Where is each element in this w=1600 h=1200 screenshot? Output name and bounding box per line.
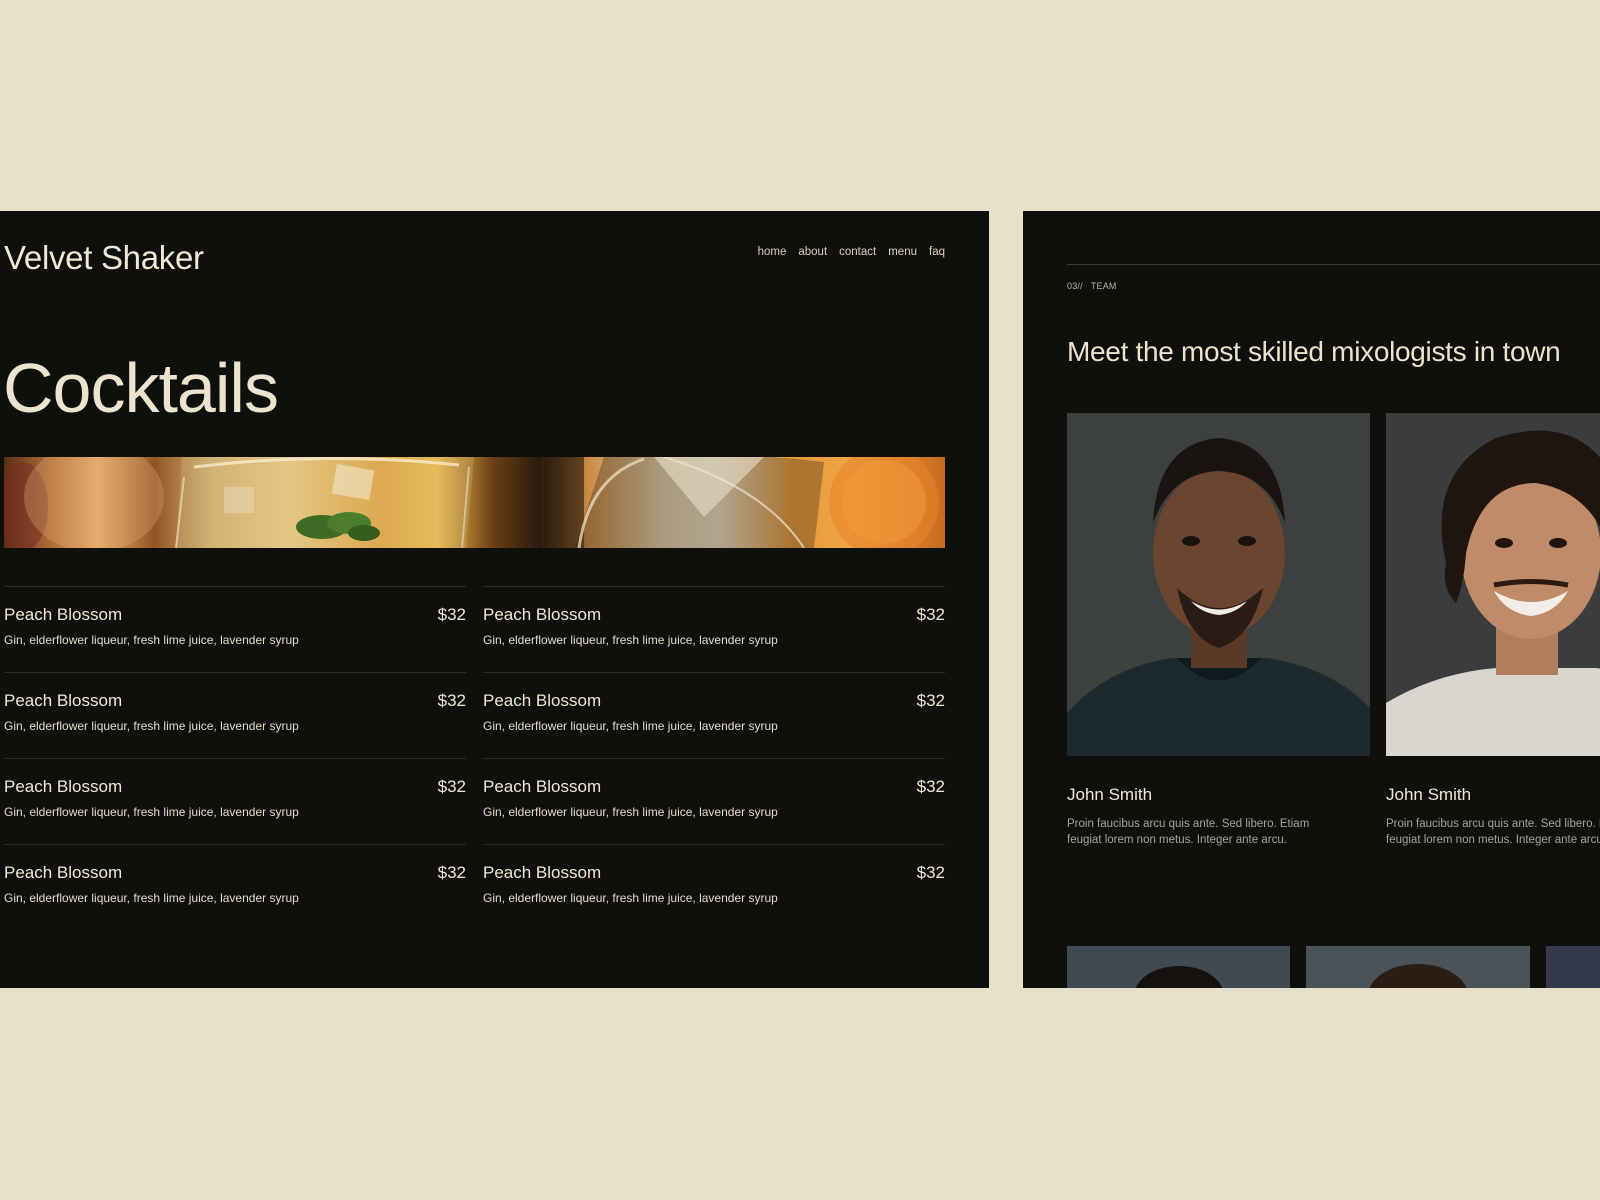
team-member-thumbnail[interactable] — [1306, 946, 1530, 988]
nav-contact-link[interactable]: contact — [839, 246, 876, 258]
member-portrait — [1386, 413, 1600, 756]
cocktail-name: Peach Blossom — [483, 605, 602, 624]
cocktail-ingredients: Gin, elderflower liqueur, fresh lime jui… — [4, 633, 299, 647]
menu-item[interactable]: Peach Blossom $32 Gin, elderflower lique… — [4, 672, 466, 758]
cocktail-glasses-illustration — [4, 457, 939, 548]
cocktail-price: $32 — [916, 863, 945, 882]
nav-home-link[interactable]: home — [758, 246, 787, 258]
cocktail-ingredients: Gin, elderflower liqueur, fresh lime jui… — [483, 633, 778, 647]
portrait-illustration — [1386, 413, 1600, 756]
section-divider — [1067, 264, 1600, 265]
team-member-thumbnail[interactable] — [1546, 946, 1600, 988]
cocktail-name: Peach Blossom — [483, 863, 602, 882]
menu-item[interactable]: Peach Blossom $32 Gin, elderflower lique… — [483, 586, 945, 672]
menu-item[interactable]: Peach Blossom $32 Gin, elderflower lique… — [4, 844, 466, 930]
member-bio-line: Proin faucibus arcu quis ante. Sed liber… — [1386, 818, 1600, 830]
section-eyebrow: 03// TEAM — [1067, 281, 1117, 291]
cocktail-price: $32 — [437, 691, 466, 710]
main-nav: home about contact menu faq — [758, 246, 945, 258]
cocktail-banner-image — [4, 457, 945, 548]
brand-logo[interactable]: Velvet Shaker — [4, 239, 204, 277]
page-canvas: Velvet Shaker home about contact menu fa… — [0, 0, 1600, 1200]
member-name: John Smith — [1067, 785, 1153, 804]
nav-about-link[interactable]: about — [798, 246, 827, 258]
cocktail-price: $32 — [437, 777, 466, 796]
nav-menu-link[interactable]: menu — [888, 246, 917, 258]
team-member-card[interactable]: John Smith Proin faucibus arcu quis ante… — [1386, 413, 1600, 846]
member-bio-line: feugiat lorem non metus. Integer ante ar… — [1386, 834, 1600, 846]
team-member-card[interactable]: John Smith Proin faucibus arcu quis ante… — [1067, 413, 1370, 846]
page-title: Cocktails — [3, 349, 279, 427]
menu-item[interactable]: Peach Blossom $32 Gin, elderflower lique… — [4, 586, 466, 672]
cocktail-name: Peach Blossom — [4, 777, 123, 796]
cocktail-price: $32 — [916, 691, 945, 710]
team-heading: Meet the most skilled mixologists in tow… — [1067, 336, 1561, 367]
member-bio-line: Proin faucibus arcu quis ante. Sed liber… — [1067, 818, 1310, 830]
section-label: TEAM — [1090, 281, 1117, 291]
cocktail-ingredients: Gin, elderflower liqueur, fresh lime jui… — [483, 805, 778, 819]
section-number: 03// — [1067, 281, 1083, 291]
cocktail-ingredients: Gin, elderflower liqueur, fresh lime jui… — [4, 891, 299, 905]
cocktail-ingredients: Gin, elderflower liqueur, fresh lime jui… — [4, 805, 299, 819]
member-bio-line: feugiat lorem non metus. Integer ante ar… — [1067, 834, 1287, 846]
team-panel: 03// TEAM Meet the most skilled mixologi… — [1023, 211, 1600, 988]
cocktail-price: $32 — [437, 605, 466, 624]
cocktail-list: Peach Blossom $32 Gin, elderflower lique… — [4, 586, 945, 930]
menu-item[interactable]: Peach Blossom $32 Gin, elderflower lique… — [483, 758, 945, 844]
cocktail-price: $32 — [916, 605, 945, 624]
portrait-illustration — [1135, 966, 1223, 988]
cocktail-ingredients: Gin, elderflower liqueur, fresh lime jui… — [4, 719, 299, 733]
menu-item[interactable]: Peach Blossom $32 Gin, elderflower lique… — [483, 844, 945, 930]
cocktail-ingredients: Gin, elderflower liqueur, fresh lime jui… — [483, 719, 778, 733]
cocktail-ingredients: Gin, elderflower liqueur, fresh lime jui… — [483, 891, 778, 905]
cocktail-price: $32 — [437, 863, 466, 882]
team-member-thumbnail[interactable] — [1067, 946, 1290, 988]
cocktail-name: Peach Blossom — [483, 691, 602, 710]
menu-item[interactable]: Peach Blossom $32 Gin, elderflower lique… — [4, 758, 466, 844]
cocktail-name: Peach Blossom — [4, 691, 123, 710]
portrait-illustration — [1067, 413, 1370, 756]
member-portrait — [1067, 413, 1370, 756]
cocktail-name: Peach Blossom — [4, 605, 123, 624]
cocktail-name: Peach Blossom — [483, 777, 602, 796]
member-name: John Smith — [1386, 785, 1472, 804]
cocktail-menu-panel: Velvet Shaker home about contact menu fa… — [0, 211, 989, 988]
cocktail-price: $32 — [916, 777, 945, 796]
member-bio: Proin faucibus arcu quis ante. Sed liber… — [1067, 816, 1327, 848]
menu-item[interactable]: Peach Blossom $32 Gin, elderflower lique… — [483, 672, 945, 758]
nav-faq-link[interactable]: faq — [929, 246, 945, 258]
member-bio: Proin faucibus arcu quis ante. Sed liber… — [1386, 816, 1600, 848]
cocktail-name: Peach Blossom — [4, 863, 123, 882]
portrait-illustration — [1369, 964, 1467, 988]
